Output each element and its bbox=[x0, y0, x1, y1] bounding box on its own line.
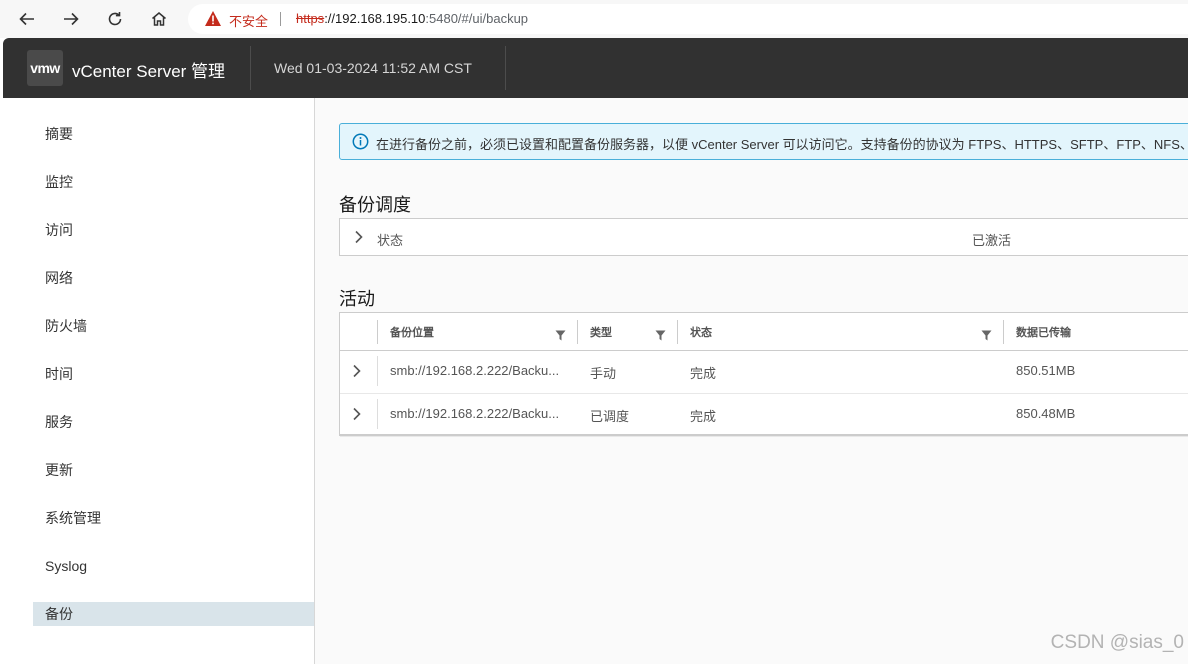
url-divider bbox=[280, 12, 281, 26]
sidebar-item-time[interactable]: 时间 bbox=[33, 362, 314, 386]
schedule-status-value: 已激活 bbox=[972, 233, 1012, 248]
address-bar[interactable]: 不安全 https://192.168.195.10:5480/#/ui/bac… bbox=[188, 4, 1188, 34]
row-divider bbox=[377, 356, 378, 386]
column-divider bbox=[377, 320, 378, 344]
cell-location: smb://192.168.2.222/Backu... bbox=[390, 406, 560, 421]
sidebar-nav: 摘要 监控 访问 网络 防火墙 时间 服务 更新 系统管理 Syslog 备份 bbox=[3, 98, 315, 664]
cell-data-transferred: 850.48MB bbox=[1016, 406, 1076, 421]
filter-icon[interactable] bbox=[981, 328, 992, 346]
alert-message: 在进行备份之前，必须已设置和配置备份服务器，以便 vCenter Server … bbox=[376, 137, 1188, 152]
schedule-status-row[interactable]: 状态 已激活 bbox=[339, 218, 1188, 256]
warning-icon[interactable] bbox=[204, 10, 222, 32]
table-row[interactable]: smb://192.168.2.222/Backu... 手动 完成 850.5… bbox=[340, 350, 1188, 394]
row-divider bbox=[377, 399, 378, 429]
column-header-type[interactable]: 类型 bbox=[590, 324, 612, 340]
column-divider bbox=[677, 320, 678, 344]
cell-data-transferred: 850.51MB bbox=[1016, 363, 1076, 378]
sidebar-item-services[interactable]: 服务 bbox=[33, 410, 314, 434]
filter-icon[interactable] bbox=[555, 328, 566, 346]
header-divider bbox=[505, 46, 506, 90]
column-header-status[interactable]: 状态 bbox=[690, 324, 712, 340]
sidebar-item-backup[interactable]: 备份 bbox=[33, 602, 314, 626]
url-scheme: https bbox=[296, 11, 325, 26]
app-header: vmw vCenter Server 管理 Wed 01-03-2024 11:… bbox=[3, 38, 1188, 98]
header-datetime: Wed 01-03-2024 11:52 AM CST bbox=[274, 60, 472, 76]
sidebar-item-access[interactable]: 访问 bbox=[33, 218, 314, 242]
cell-status: 完成 bbox=[690, 409, 717, 424]
cell-type: 已调度 bbox=[590, 409, 630, 424]
forward-icon[interactable] bbox=[59, 7, 83, 31]
sidebar-item-monitor[interactable]: 监控 bbox=[33, 170, 314, 194]
vmware-logo: vmw bbox=[27, 50, 63, 86]
column-divider bbox=[577, 320, 578, 344]
browser-toolbar: 不安全 https://192.168.195.10:5480/#/ui/bac… bbox=[0, 0, 1188, 38]
activity-grid: 备份位置 类型 状态 数据已传输 smb://192.168.2.222/Bac… bbox=[339, 312, 1188, 437]
column-header-location[interactable]: 备份位置 bbox=[390, 324, 434, 340]
security-status-label[interactable]: 不安全 bbox=[229, 11, 268, 30]
chevron-right-icon[interactable] bbox=[352, 364, 362, 383]
watermark: CSDN @sias_0 bbox=[1050, 632, 1184, 653]
sidebar-item-summary[interactable]: 摘要 bbox=[33, 122, 314, 146]
chevron-right-icon[interactable] bbox=[352, 407, 362, 426]
back-icon[interactable] bbox=[15, 7, 39, 31]
cell-status: 完成 bbox=[690, 366, 717, 381]
chevron-right-icon[interactable] bbox=[354, 230, 364, 249]
sidebar-item-networking[interactable]: 网络 bbox=[33, 266, 314, 290]
schedule-status-label: 状态 bbox=[377, 233, 404, 248]
url-path: :5480/#/ui/backup bbox=[425, 11, 529, 26]
cell-type: 手动 bbox=[590, 366, 617, 381]
schedule-section-title: 备份调度 bbox=[339, 195, 411, 215]
grid-header: 备份位置 类型 状态 数据已传输 bbox=[340, 313, 1188, 351]
sidebar-item-administration[interactable]: 系统管理 bbox=[33, 506, 314, 530]
sidebar-item-update[interactable]: 更新 bbox=[33, 458, 314, 482]
sidebar-item-firewall[interactable]: 防火墙 bbox=[33, 314, 314, 338]
info-alert: 在进行备份之前，必须已设置和配置备份服务器，以便 vCenter Server … bbox=[339, 123, 1188, 160]
cell-location: smb://192.168.2.222/Backu... bbox=[390, 363, 560, 378]
column-divider bbox=[1003, 320, 1004, 344]
url-host: ://192.168.195.10 bbox=[324, 11, 426, 26]
table-row[interactable]: smb://192.168.2.222/Backu... 已调度 完成 850.… bbox=[340, 393, 1188, 437]
activity-section-title: 活动 bbox=[339, 289, 375, 309]
header-divider bbox=[250, 46, 251, 90]
url-text[interactable]: https://192.168.195.10:5480/#/ui/backup bbox=[296, 11, 528, 26]
home-icon[interactable] bbox=[147, 7, 171, 31]
info-icon bbox=[352, 133, 369, 155]
filter-icon[interactable] bbox=[655, 328, 666, 346]
app-title: vCenter Server 管理 bbox=[72, 62, 226, 81]
reload-icon[interactable] bbox=[103, 7, 127, 31]
sidebar-item-syslog[interactable]: Syslog bbox=[33, 554, 314, 578]
column-header-data-transferred[interactable]: 数据已传输 bbox=[1016, 324, 1071, 340]
main-content: 在进行备份之前，必须已设置和配置备份服务器，以便 vCenter Server … bbox=[315, 98, 1188, 664]
